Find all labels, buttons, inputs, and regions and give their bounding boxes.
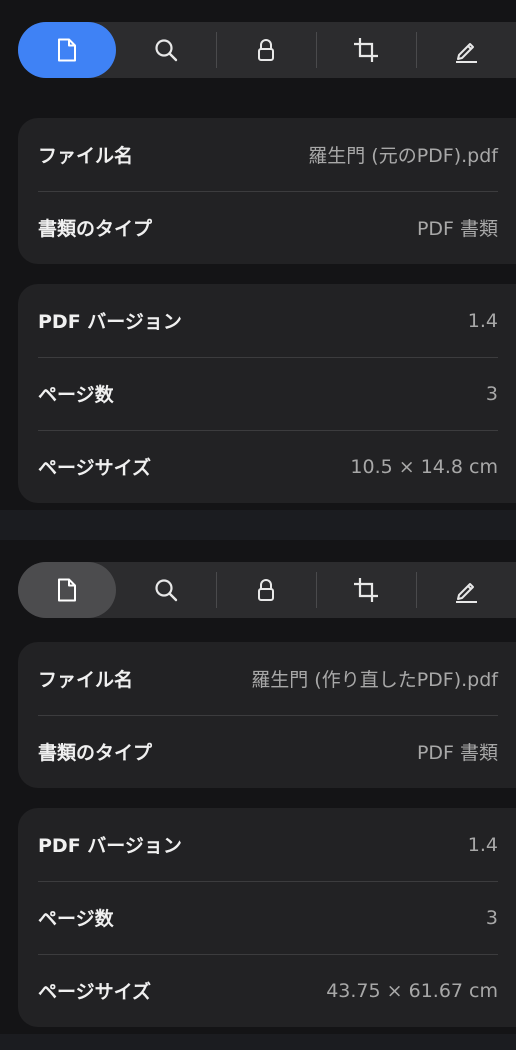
- row-value: 1.4: [467, 309, 498, 332]
- row-value: 1.4: [467, 833, 498, 856]
- tab-security[interactable]: [216, 562, 316, 618]
- pencil-icon: [452, 576, 480, 604]
- pdf-version-row: PDF バージョン 1.4: [18, 808, 516, 881]
- pdf-info-card: PDF バージョン 1.4 ページ数 3 ページサイズ 10.5 × 14.8 …: [18, 284, 516, 503]
- row-value: PDF 書類: [416, 742, 498, 764]
- row-label: ファイル名: [38, 669, 134, 691]
- lock-icon: [256, 577, 276, 603]
- row-value: 10.5 × 14.8 cm: [350, 455, 498, 478]
- row-label: ページサイズ: [38, 457, 152, 479]
- row-value: PDF 書類: [416, 218, 498, 240]
- search-icon: [153, 37, 179, 63]
- crop-icon: [352, 576, 380, 604]
- row-label: ページ数: [38, 384, 114, 406]
- document-type-row: 書類のタイプ PDF 書類: [18, 715, 516, 788]
- tab-markup[interactable]: [416, 22, 516, 78]
- tab-document[interactable]: [18, 22, 116, 78]
- inspector-panel-remade: ファイル名 羅生門 (作り直したPDF).pdf 書類のタイプ PDF 書類 P…: [0, 540, 516, 1034]
- lock-icon: [256, 37, 276, 63]
- row-label: ページ数: [38, 908, 114, 930]
- inspector-toolbar: [18, 562, 516, 618]
- tab-search[interactable]: [116, 562, 216, 618]
- row-value: 43.75 × 61.67 cm: [326, 979, 498, 1002]
- pdf-version-row: PDF バージョン 1.4: [18, 284, 516, 357]
- tab-document[interactable]: [18, 562, 116, 618]
- row-label: 書類のタイプ: [38, 742, 153, 764]
- inspector-toolbar: [18, 22, 516, 78]
- row-value: 羅生門 (作り直したPDF).pdf: [251, 669, 498, 691]
- tab-security[interactable]: [216, 22, 316, 78]
- document-icon: [56, 577, 78, 603]
- pencil-icon: [452, 36, 480, 64]
- page-count-row: ページ数 3: [18, 881, 516, 954]
- file-name-row: ファイル名 羅生門 (作り直したPDF).pdf: [18, 642, 516, 715]
- file-name-row: ファイル名 羅生門 (元のPDF).pdf: [18, 118, 516, 191]
- tab-crop[interactable]: [316, 22, 416, 78]
- file-info-card: ファイル名 羅生門 (元のPDF).pdf 書類のタイプ PDF 書類: [18, 118, 516, 264]
- row-label: PDF バージョン: [38, 311, 182, 333]
- inspector-panel-original: ファイル名 羅生門 (元のPDF).pdf 書類のタイプ PDF 書類 PDF …: [0, 0, 516, 510]
- page-size-row: ページサイズ 10.5 × 14.8 cm: [18, 430, 516, 503]
- tab-crop[interactable]: [316, 562, 416, 618]
- pdf-info-card: PDF バージョン 1.4 ページ数 3 ページサイズ 43.75 × 61.6…: [18, 808, 516, 1027]
- document-icon: [56, 37, 78, 63]
- page-size-row: ページサイズ 43.75 × 61.67 cm: [18, 954, 516, 1027]
- document-type-row: 書類のタイプ PDF 書類: [18, 191, 516, 264]
- row-value: 3: [485, 382, 498, 405]
- row-label: 書類のタイプ: [38, 218, 153, 240]
- row-label: ファイル名: [38, 145, 134, 167]
- page-count-row: ページ数 3: [18, 357, 516, 430]
- tab-markup[interactable]: [416, 562, 516, 618]
- row-value: 3: [485, 906, 498, 929]
- search-icon: [153, 577, 179, 603]
- tab-search[interactable]: [116, 22, 216, 78]
- row-label: PDF バージョン: [38, 835, 182, 857]
- row-value: 羅生門 (元のPDF).pdf: [308, 145, 498, 167]
- file-info-card: ファイル名 羅生門 (作り直したPDF).pdf 書類のタイプ PDF 書類: [18, 642, 516, 788]
- crop-icon: [352, 36, 380, 64]
- row-label: ページサイズ: [38, 981, 152, 1003]
